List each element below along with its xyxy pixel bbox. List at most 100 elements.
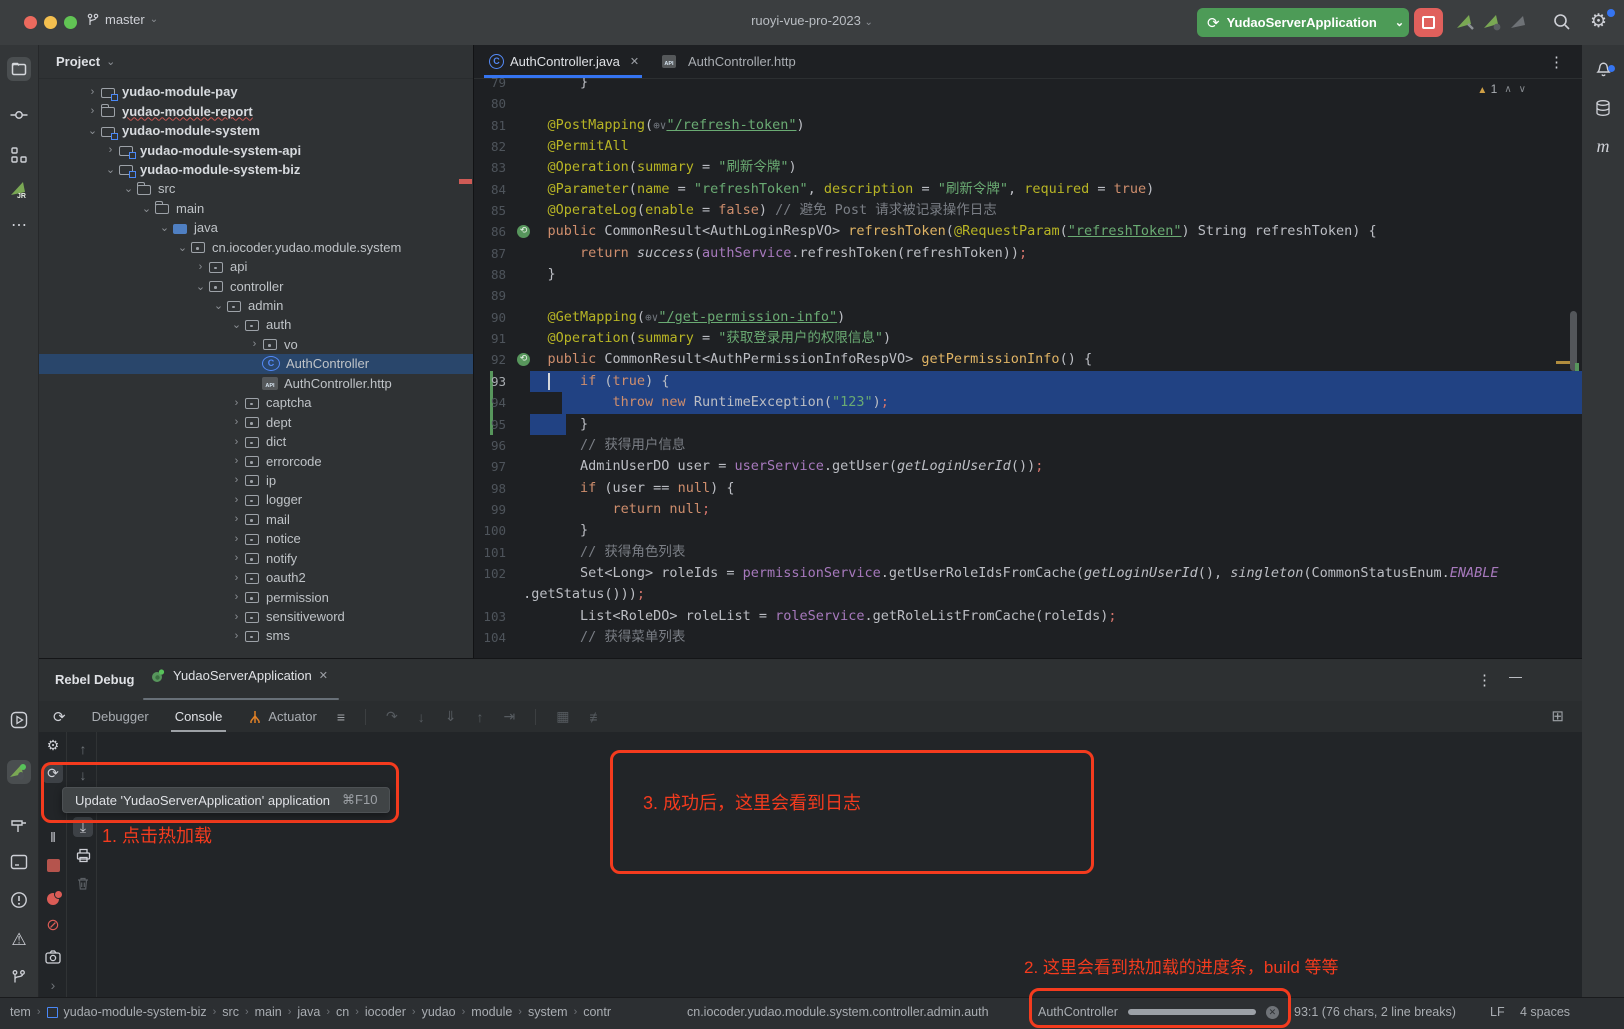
chevron-right-icon[interactable]: ›: [229, 397, 244, 409]
editor-scrollbar[interactable]: [1570, 311, 1577, 371]
code-line[interactable]: 95 }: [474, 414, 1582, 435]
code-line[interactable]: 86⟲ public CommonResult<AuthLoginRespVO>…: [474, 221, 1582, 242]
jrebel-tool-icon[interactable]: JR: [7, 177, 31, 201]
tree-item[interactable]: ›sensitiveword: [39, 607, 473, 626]
tab-actuator[interactable]: Actuator: [268, 709, 316, 724]
tree-item[interactable]: ⌄cn.iocoder.yudao.module.system: [39, 238, 473, 257]
tree-item[interactable]: ⌄yudao-module-system: [39, 121, 473, 140]
code-line[interactable]: 91 @Operation(summary = "获取登录用户的权限信息"): [474, 328, 1582, 349]
chevron-right-icon[interactable]: ›: [229, 455, 244, 467]
code-line[interactable]: 81 @PostMapping(⊕∨"/refresh-token"): [474, 115, 1582, 136]
chevron-right-icon[interactable]: ›: [229, 572, 244, 584]
chevron-down-icon[interactable]: ⌄: [175, 241, 190, 254]
code-line[interactable]: 84 @Parameter(name = "refreshToken", des…: [474, 179, 1582, 200]
close-icon[interactable]: ✕: [630, 55, 639, 68]
view-breakpoints-icon[interactable]: [43, 889, 63, 909]
tree-item[interactable]: ›yudao-module-system-api: [39, 140, 473, 159]
chevron-right-icon[interactable]: ›: [229, 591, 244, 603]
chevron-right-icon[interactable]: ›: [103, 144, 118, 156]
tree-item[interactable]: ›dict: [39, 432, 473, 451]
breadcrumb[interactable]: tem›yudao-module-system-biz›src›main›jav…: [10, 1005, 611, 1019]
build-tool-icon[interactable]: [7, 813, 31, 837]
code-line[interactable]: 82 @PermitAll: [474, 136, 1582, 157]
code-line[interactable]: 96 // 获得用户信息: [474, 435, 1582, 456]
tab-console[interactable]: Console: [175, 709, 223, 724]
tree-item[interactable]: ⌄auth: [39, 315, 473, 334]
debug-session-tab[interactable]: YudaoServerApplication ✕: [151, 668, 328, 683]
code-line[interactable]: 102 Set<Long> roleIds = permissionServic…: [474, 563, 1582, 584]
print-icon[interactable]: [73, 845, 93, 865]
code-area[interactable]: 79 }8081 @PostMapping(⊕∨"/refresh-token"…: [474, 78, 1582, 658]
database-tool-icon[interactable]: [1592, 97, 1614, 119]
code-line[interactable]: .getStatus()));: [474, 584, 1582, 605]
tree-item[interactable]: ›sms: [39, 626, 473, 645]
breadcrumb-segment[interactable]: tem: [10, 1005, 31, 1019]
tree-item[interactable]: ›api: [39, 257, 473, 276]
mute-breakpoints-icon[interactable]: ⊘: [43, 915, 63, 935]
code-line[interactable]: 93 if (true) {: [474, 371, 1582, 392]
breadcrumb-segment[interactable]: yudao-module-system-biz: [64, 1005, 207, 1019]
pause-icon[interactable]: ‖: [43, 827, 63, 847]
code-line[interactable]: 101 // 获得角色列表: [474, 542, 1582, 563]
chevron-right-icon[interactable]: ›: [43, 975, 63, 995]
code-line[interactable]: 99 return null;: [474, 499, 1582, 520]
tree-item[interactable]: ›mail: [39, 510, 473, 529]
tree-item[interactable]: ›permission: [39, 587, 473, 606]
breadcrumb-segment[interactable]: src: [222, 1005, 239, 1019]
run-configuration-button[interactable]: ⟳ YudaoServerApplication ⌄: [1197, 8, 1409, 37]
tree-item[interactable]: ⌄src: [39, 179, 473, 198]
tree-item[interactable]: ›yudao-module-report: [39, 101, 473, 120]
tree-item[interactable]: ›notify: [39, 549, 473, 568]
project-tool-icon[interactable]: [7, 57, 31, 81]
caret-position[interactable]: 93:1 (76 chars, 2 line breaks): [1294, 1005, 1456, 1019]
jrebel-debug-icon[interactable]: [1482, 12, 1504, 32]
chevron-down-icon[interactable]: ⌄: [229, 318, 244, 331]
chevron-down-icon[interactable]: ⌄: [157, 221, 172, 234]
code-line[interactable]: 87 return success(authService.refreshTok…: [474, 243, 1582, 264]
chevron-right-icon[interactable]: ›: [229, 436, 244, 448]
project-panel-header[interactable]: Project ⌄: [39, 45, 473, 79]
chevron-right-icon[interactable]: ›: [229, 416, 244, 428]
tree-item[interactable]: ›oauth2: [39, 568, 473, 587]
chevron-right-icon[interactable]: ›: [229, 533, 244, 545]
tree-item[interactable]: ⌄main: [39, 199, 473, 218]
stop-button[interactable]: [1414, 8, 1443, 37]
jrebel-run-icon[interactable]: [1455, 12, 1477, 32]
camera-icon[interactable]: [43, 947, 63, 967]
tree-item[interactable]: APIAuthController.http: [39, 374, 473, 393]
tree-item[interactable]: ⌄admin: [39, 296, 473, 315]
line-separator[interactable]: LF: [1490, 1005, 1505, 1019]
warnings-tool-icon[interactable]: ⚠: [7, 928, 31, 952]
code-line[interactable]: 80: [474, 93, 1582, 114]
maven-tool-icon[interactable]: m: [1592, 135, 1614, 157]
code-line[interactable]: 94 throw new RuntimeException("123");: [474, 392, 1582, 413]
breadcrumb-segment[interactable]: yudao: [422, 1005, 456, 1019]
tree-item[interactable]: ›notice: [39, 529, 473, 548]
chevron-down-icon[interactable]: ⌄: [85, 124, 100, 137]
jrebel-debug-tool-icon[interactable]: [7, 760, 31, 784]
chevron-down-icon[interactable]: ⌄: [211, 299, 226, 312]
breadcrumb-segment[interactable]: main: [255, 1005, 282, 1019]
tree-item[interactable]: CAuthController: [39, 354, 473, 373]
chevron-right-icon[interactable]: ›: [229, 474, 244, 486]
code-line[interactable]: 92⟲ public CommonResult<AuthPermissionIn…: [474, 349, 1582, 370]
settings-gear-icon[interactable]: ⚙: [43, 735, 63, 755]
code-line[interactable]: 97 AdminUserDO user = userService.getUse…: [474, 456, 1582, 477]
tree-item[interactable]: ⌄controller: [39, 276, 473, 295]
editor-more-icon[interactable]: ⋮: [1549, 53, 1564, 71]
rerun-icon[interactable]: ⟳: [53, 708, 66, 726]
chevron-right-icon[interactable]: ›: [229, 513, 244, 525]
chevron-right-icon[interactable]: ›: [85, 86, 100, 98]
terminal-tool-icon[interactable]: [7, 850, 31, 874]
code-line[interactable]: 79 }: [474, 78, 1582, 93]
tree-item[interactable]: ⌄java: [39, 218, 473, 237]
chevron-down-icon[interactable]: ⌄: [139, 202, 154, 215]
git-tool-icon[interactable]: [7, 965, 31, 989]
breadcrumb-segment[interactable]: module: [471, 1005, 512, 1019]
code-line[interactable]: 83 @Operation(summary = "刷新令牌"): [474, 157, 1582, 178]
settings-gear-icon[interactable]: ⚙: [1590, 10, 1607, 33]
commit-tool-icon[interactable]: [7, 103, 31, 127]
chevron-right-icon[interactable]: ›: [229, 630, 244, 642]
breadcrumb-segment[interactable]: iocoder: [365, 1005, 406, 1019]
tab-debugger[interactable]: Debugger: [92, 709, 149, 724]
